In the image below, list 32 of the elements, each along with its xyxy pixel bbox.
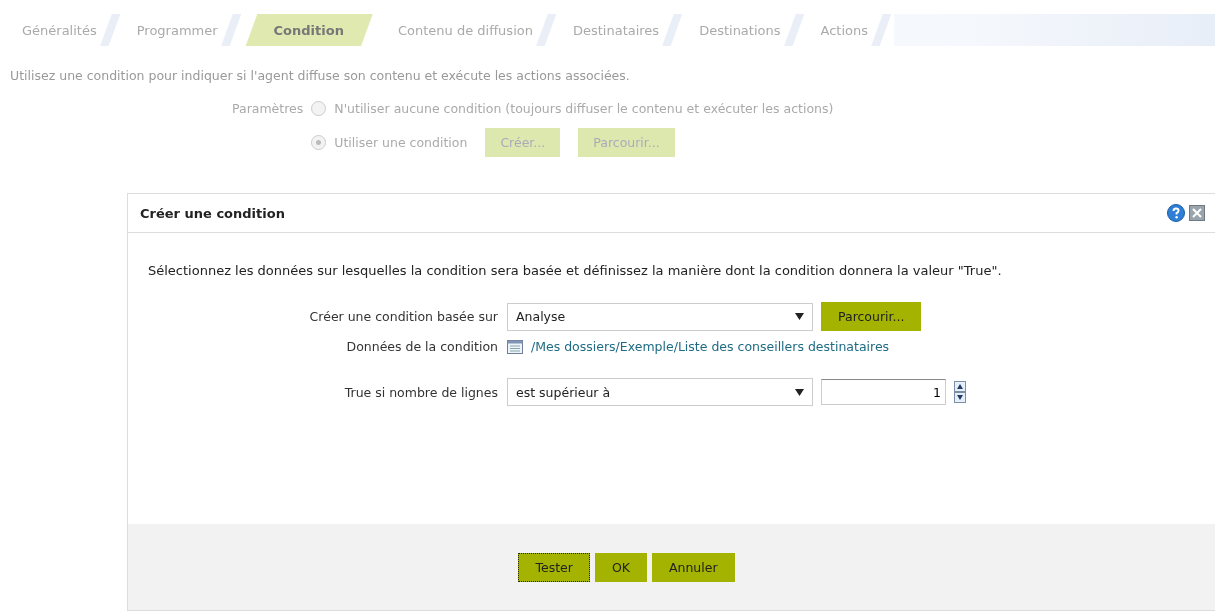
field-label: Créer une condition basée sur bbox=[308, 309, 498, 324]
field-label: True si nombre de lignes bbox=[343, 384, 498, 400]
tab[interactable]: Actions bbox=[806, 14, 894, 46]
dialog-description: Sélectionnez les données sur lesquelles la condition sera basée et définissez la manière dont la condition donnera la valeur "True". bbox=[148, 262, 1003, 280]
intro-text: Utilisez une condition pour indiquer si l'agent diffuse son contenu et exécute les actions associées. bbox=[10, 68, 631, 83]
operator-dropdown[interactable]: est supérieur à bbox=[507, 378, 813, 406]
close-icon[interactable] bbox=[1189, 205, 1205, 221]
option-label: Utiliser une condition bbox=[334, 135, 468, 150]
help-icon[interactable] bbox=[1167, 204, 1185, 222]
dialog-button[interactable]: OK bbox=[594, 552, 647, 582]
caret-icon bbox=[795, 313, 804, 320]
dialog-button[interactable]: Tester bbox=[518, 552, 590, 582]
radio-button[interactable] bbox=[311, 135, 327, 150]
tab[interactable]: Destinations bbox=[685, 14, 807, 46]
caret-icon bbox=[795, 388, 804, 396]
dialog-title: Créer une condition bbox=[140, 205, 286, 221]
tab[interactable]: Condition bbox=[243, 14, 384, 46]
table-icon bbox=[507, 339, 523, 354]
tab[interactable]: Destinataires bbox=[558, 14, 686, 46]
option-label: N'utiliser aucune condition (toujours diffuser le contenu et exécuter les actions) bbox=[334, 101, 834, 116]
tab[interactable]: Contenu de diffusion bbox=[383, 14, 559, 46]
condition-button[interactable]: Créer... bbox=[485, 128, 561, 157]
browse-button[interactable]: Parcourir... bbox=[821, 302, 922, 331]
radio-button[interactable] bbox=[311, 101, 327, 116]
field-label: Données de la condition bbox=[345, 339, 498, 354]
number-field[interactable]: 1 bbox=[821, 379, 946, 405]
spinner-icon[interactable] bbox=[954, 381, 966, 403]
condition-button[interactable]: Parcourir... bbox=[578, 128, 675, 157]
settings-label: Paramètres bbox=[232, 101, 304, 116]
source-dropdown[interactable]: Analyse bbox=[507, 302, 813, 331]
dialog-button[interactable]: Annuler bbox=[651, 552, 735, 582]
analysis-link[interactable]: /Mes dossiers/Exemple/Liste des conseillers destinataires bbox=[531, 339, 890, 354]
